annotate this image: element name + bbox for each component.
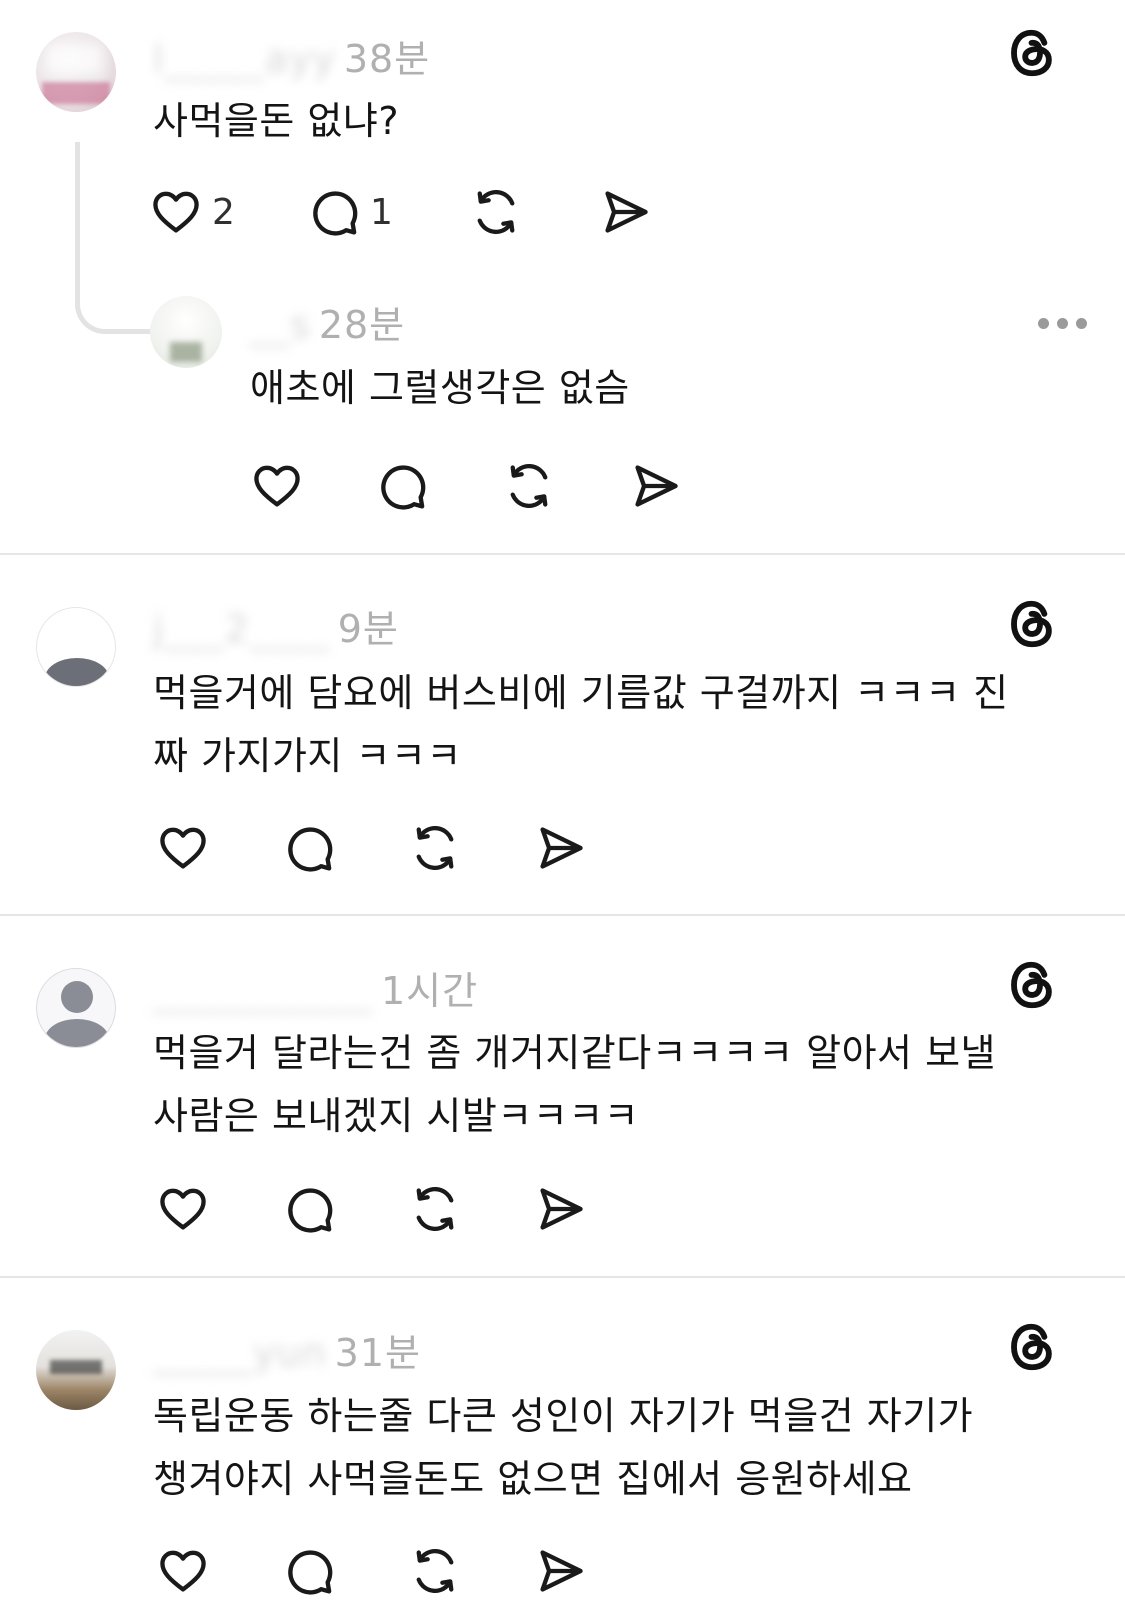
avatar[interactable] bbox=[150, 296, 222, 368]
heart-icon bbox=[157, 1545, 209, 1597]
timestamp: 9분 bbox=[337, 607, 399, 651]
username-text: _____yun bbox=[153, 1331, 327, 1375]
comment-icon bbox=[283, 822, 335, 874]
timestamp: 38분 bbox=[343, 37, 431, 81]
heart-icon bbox=[251, 460, 303, 512]
like-button[interactable] bbox=[251, 460, 303, 512]
timestamp: 28분 bbox=[318, 303, 406, 347]
username[interactable]: __s 28분 bbox=[250, 294, 405, 349]
username[interactable]: _____yun 31분 bbox=[153, 1322, 421, 1377]
avatar[interactable] bbox=[36, 607, 116, 687]
username-text: l_____ayy bbox=[153, 37, 336, 81]
comment-text-line: 먹을거에 담요에 버스비에 기름값 구걸까지 ㅋㅋㅋ 진 bbox=[153, 671, 1009, 715]
username[interactable]: j___2____ 9분 bbox=[153, 598, 399, 653]
reply-button[interactable] bbox=[376, 460, 428, 512]
repost-icon bbox=[503, 460, 555, 512]
reply-button[interactable] bbox=[283, 1545, 335, 1597]
heart-icon bbox=[157, 822, 209, 874]
username-text: ___________ bbox=[153, 969, 373, 1013]
share-button[interactable] bbox=[535, 1183, 587, 1235]
share-button[interactable] bbox=[630, 460, 682, 512]
comment-icon bbox=[376, 460, 428, 512]
share-button[interactable] bbox=[600, 186, 652, 238]
comment-text: 독립운동 하는줄 다큰 성인이 자기가 먹을건 자기가 챙겨야지 사먹을돈도 없… bbox=[153, 1385, 1093, 1511]
avatar[interactable] bbox=[36, 32, 116, 112]
comment-text-line: 짜 가지가지 ㅋㅋㅋ bbox=[153, 734, 462, 778]
share-icon bbox=[600, 186, 652, 238]
comment-text: 사먹을돈 없냐? bbox=[153, 99, 400, 143]
threads-logo-icon[interactable] bbox=[1005, 1320, 1059, 1374]
comment-text: 애초에 그럴생각은 없슴 bbox=[250, 366, 630, 410]
repost-icon bbox=[470, 186, 522, 238]
share-icon bbox=[630, 460, 682, 512]
repost-icon bbox=[409, 1183, 461, 1235]
like-count: 2 bbox=[212, 191, 235, 233]
like-button[interactable] bbox=[157, 822, 209, 874]
divider bbox=[0, 1276, 1125, 1278]
repost-button[interactable] bbox=[470, 186, 522, 238]
threads-logo-icon[interactable] bbox=[1005, 958, 1059, 1012]
share-icon bbox=[535, 1545, 587, 1597]
threads-logo-icon[interactable] bbox=[1005, 597, 1059, 651]
comment-text-line: 사람은 보내겠지 시발ㅋㅋㅋㅋ bbox=[153, 1094, 640, 1138]
avatar[interactable] bbox=[36, 968, 116, 1048]
reply-button[interactable] bbox=[283, 1183, 335, 1235]
username[interactable]: ___________ 1시간 bbox=[153, 960, 478, 1015]
divider bbox=[0, 914, 1125, 916]
comment-icon bbox=[283, 1183, 335, 1235]
thread-connector bbox=[75, 142, 155, 334]
username[interactable]: l_____ayy 38분 bbox=[153, 28, 430, 83]
timestamp: 31분 bbox=[334, 1331, 421, 1375]
comment-icon bbox=[283, 1545, 335, 1597]
repost-icon bbox=[409, 1545, 461, 1597]
reply-count: 1 bbox=[370, 191, 393, 233]
heart-icon bbox=[157, 1183, 209, 1235]
username-text: __s bbox=[250, 303, 311, 347]
comment-text-line: 먹을거 달라는건 좀 개거지같다ㅋㅋㅋㅋ 알아서 보낼 bbox=[153, 1031, 997, 1075]
reply-button[interactable]: 1 bbox=[308, 186, 393, 238]
repost-button[interactable] bbox=[409, 822, 461, 874]
comment-text-line: 챙겨야지 사먹을돈도 없으면 집에서 응원하세요 bbox=[153, 1457, 913, 1501]
comment-text: 먹을거에 담요에 버스비에 기름값 구걸까지 ㅋㅋㅋ 진 짜 가지가지 ㅋㅋㅋ bbox=[153, 662, 1093, 788]
share-button[interactable] bbox=[535, 822, 587, 874]
like-button[interactable] bbox=[157, 1183, 209, 1235]
share-button[interactable] bbox=[535, 1545, 587, 1597]
repost-button[interactable] bbox=[503, 460, 555, 512]
username-text: j___2____ bbox=[153, 607, 330, 651]
like-button[interactable]: 2 bbox=[150, 186, 235, 238]
like-button[interactable] bbox=[157, 1545, 209, 1597]
divider bbox=[0, 553, 1125, 555]
comment-text: 먹을거 달라는건 좀 개거지같다ㅋㅋㅋㅋ 알아서 보낼 사람은 보내겠지 시발ㅋ… bbox=[153, 1022, 1093, 1148]
threads-logo-icon[interactable] bbox=[1005, 26, 1059, 80]
share-icon bbox=[535, 822, 587, 874]
repost-button[interactable] bbox=[409, 1545, 461, 1597]
heart-icon bbox=[150, 186, 202, 238]
reply-button[interactable] bbox=[283, 822, 335, 874]
comment-text-line: 독립운동 하는줄 다큰 성인이 자기가 먹을건 자기가 bbox=[153, 1394, 974, 1438]
comment-icon bbox=[308, 186, 360, 238]
repost-icon bbox=[409, 822, 461, 874]
share-icon bbox=[535, 1183, 587, 1235]
timestamp: 1시간 bbox=[381, 969, 479, 1013]
repost-button[interactable] bbox=[409, 1183, 461, 1235]
avatar[interactable] bbox=[36, 1330, 116, 1410]
more-icon[interactable] bbox=[1038, 318, 1087, 329]
